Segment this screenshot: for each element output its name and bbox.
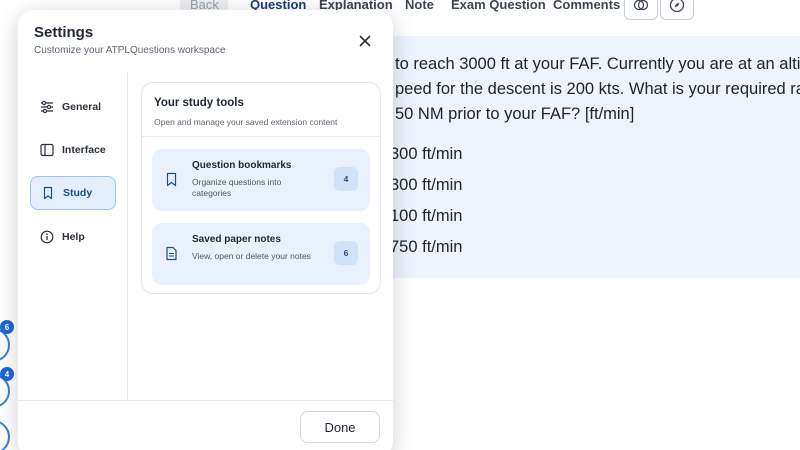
answer-option[interactable]: 100 ft/min	[390, 207, 462, 226]
answer-option[interactable]: 300 ft/min	[390, 145, 462, 164]
sidebar-item-interface[interactable]: Interface	[30, 133, 116, 167]
sidebar-item-help[interactable]: Help	[30, 220, 116, 254]
tab-comments[interactable]: Comments	[553, 0, 620, 12]
sliders-icon	[40, 100, 54, 114]
compass-button[interactable]	[660, 0, 694, 20]
sidebar-item-general[interactable]: General	[30, 90, 116, 124]
settings-sidebar: General Interface Study Help	[18, 72, 128, 400]
modal-footer: Done	[18, 400, 393, 450]
modal-subtitle: Customize your ATPLQuestions workspace	[34, 45, 226, 56]
tab-exam-question[interactable]: Exam Question	[451, 0, 546, 12]
tool-description: View, open or delete your notes	[192, 251, 311, 261]
done-button[interactable]: Done	[300, 411, 380, 443]
layout-icon	[40, 143, 54, 157]
compare-icon	[633, 0, 649, 11]
tab-note[interactable]: Note	[405, 0, 434, 12]
sidebar-item-label: Help	[62, 231, 85, 243]
compare-button[interactable]	[624, 0, 658, 20]
question-line: 50 NM prior to your FAF? [ft/min]	[395, 105, 635, 123]
info-icon	[40, 230, 54, 244]
tool-description: Organize questions into categories	[192, 177, 282, 198]
card-title: Your study tools	[154, 97, 244, 109]
card-subtitle: Open and manage your saved extension con…	[154, 117, 338, 127]
tool-title: Saved paper notes	[192, 234, 281, 245]
sidebar-item-label: Interface	[62, 144, 106, 156]
question-bookmarks-item[interactable]: Question bookmarks Organize questions in…	[152, 149, 370, 211]
close-icon	[359, 35, 371, 47]
sidebar-item-label: Study	[63, 187, 93, 199]
study-tools-card: Your study tools Open and manage your sa…	[141, 82, 381, 294]
floating-bubble[interactable]	[0, 420, 10, 450]
document-icon	[164, 245, 178, 261]
sidebar-item-label: General	[62, 101, 102, 113]
sidebar-item-study[interactable]: Study	[30, 176, 116, 210]
question-line: peed for the descent is 200 kts. What is…	[395, 80, 800, 98]
card-header: Your study tools Open and manage your sa…	[142, 83, 380, 137]
settings-modal: Settings Customize your ATPLQuestions wo…	[18, 10, 393, 450]
count-badge: 6	[334, 241, 358, 265]
modal-title: Settings	[34, 24, 94, 41]
bubble-badge: 4	[0, 367, 14, 381]
tool-title: Question bookmarks	[192, 160, 292, 171]
close-button[interactable]	[356, 32, 374, 50]
bubble-badge: 6	[0, 320, 14, 334]
bookmark-icon	[41, 186, 55, 200]
modal-header: Settings Customize your ATPLQuestions wo…	[18, 10, 393, 72]
compass-icon	[669, 0, 685, 13]
question-text: to reach 3000 ft at your FAF. Currently …	[395, 52, 800, 127]
answer-option[interactable]: 750 ft/min	[390, 238, 462, 257]
saved-paper-notes-item[interactable]: Saved paper notes View, open or delete y…	[152, 223, 370, 285]
question-line: to reach 3000 ft at your FAF. Currently …	[395, 55, 800, 73]
bookmark-icon	[164, 171, 178, 187]
answer-option[interactable]: 300 ft/min	[390, 176, 462, 195]
count-badge: 4	[334, 167, 358, 191]
